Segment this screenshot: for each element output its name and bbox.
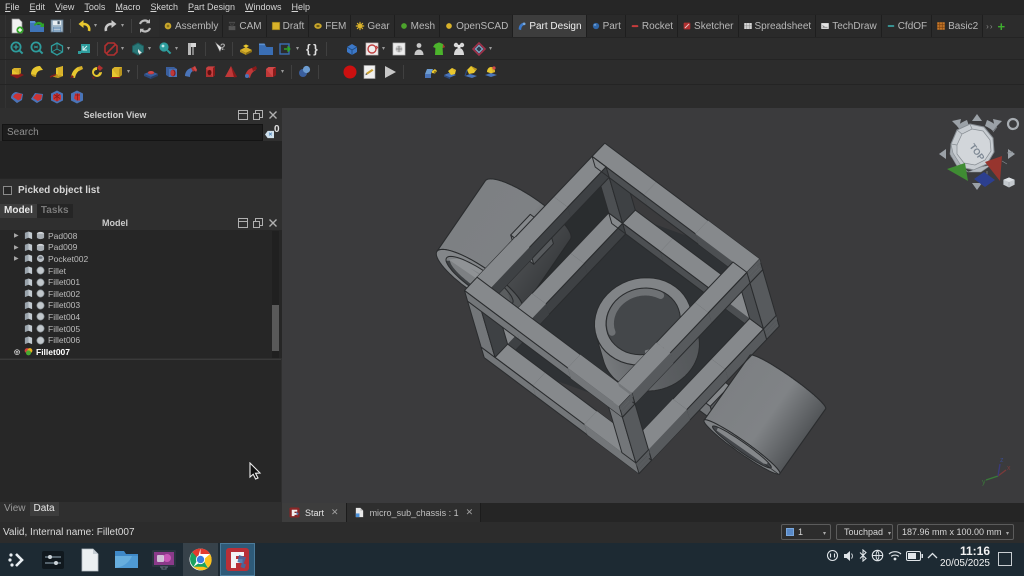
svg-text:{ }: { } [306, 42, 318, 56]
svg-text:y: y [982, 479, 986, 486]
svg-text:z: z [1000, 457, 1004, 464]
svg-text:x: x [1007, 465, 1011, 472]
svg-text:?: ? [220, 42, 226, 52]
